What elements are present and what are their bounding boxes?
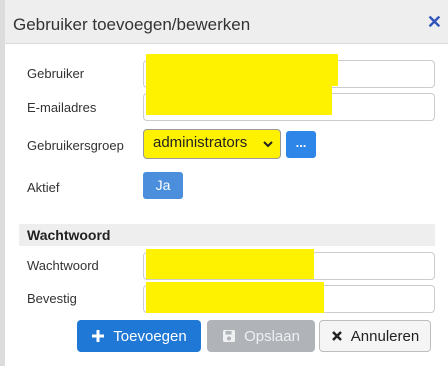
email-input[interactable] [143, 93, 435, 121]
group-more-button[interactable]: ... [286, 131, 316, 158]
cancel-button[interactable]: Annuleren [319, 320, 431, 352]
group-select-value: administrators [153, 134, 248, 151]
page: Gebruiker toevoegen/bewerken ✕ Gebruiker… [0, 0, 448, 366]
add-button-label: Toevoegen [113, 327, 187, 345]
active-toggle-button[interactable]: Ja [143, 172, 183, 199]
close-icon[interactable]: ✕ [427, 13, 442, 31]
password-section-heading: Wachtwoord [19, 224, 435, 246]
group-select[interactable]: administrators [143, 129, 281, 159]
save-button-label: Opslaan [244, 327, 300, 345]
add-button[interactable]: Toevoegen [77, 320, 201, 352]
plus-icon [91, 329, 105, 343]
user-dialog: Gebruiker toevoegen/bewerken ✕ Gebruiker… [5, 0, 448, 366]
close-x-icon [331, 330, 343, 342]
save-button[interactable]: Opslaan [207, 320, 315, 352]
confirm-password-input[interactable] [143, 285, 435, 313]
group-label: Gebruikersgroep [27, 138, 124, 153]
dialog-titlebar: Gebruiker toevoegen/bewerken ✕ [5, 0, 448, 44]
user-input[interactable] [143, 60, 435, 88]
chevron-down-icon [263, 141, 273, 148]
cancel-button-label: Annuleren [350, 327, 420, 345]
floppy-disk-icon [222, 329, 236, 343]
email-label: E-mailadres [27, 100, 97, 115]
active-label: Aktief [27, 180, 60, 195]
dialog-title: Gebruiker toevoegen/bewerken [13, 15, 251, 34]
password-input[interactable] [143, 252, 435, 280]
password-label: Wachtwoord [27, 258, 99, 273]
user-label: Gebruiker [27, 66, 85, 81]
confirm-label: Bevestig [27, 291, 77, 306]
